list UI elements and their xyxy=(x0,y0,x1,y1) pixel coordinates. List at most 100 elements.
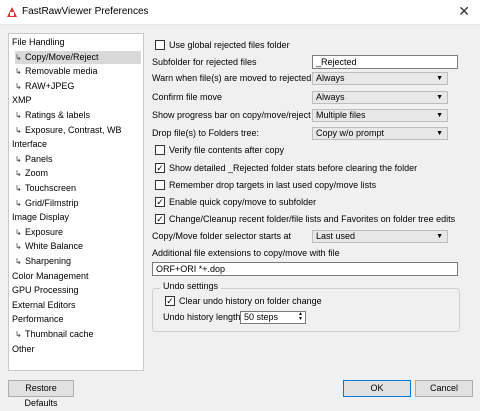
subfolder-input[interactable]: _Rejected xyxy=(312,55,458,69)
change-cleanup-label: Change/Cleanup recent folder/file lists … xyxy=(169,214,456,224)
sidebar-item[interactable]: ↳ Touchscreen xyxy=(15,182,76,195)
tree-branch-icon: ↳ xyxy=(15,125,22,135)
sidebar-item[interactable]: GPU Processing xyxy=(12,284,79,297)
verify-label: Verify file contents after copy xyxy=(169,145,285,155)
sidebar-item-label: Interface xyxy=(12,139,48,150)
sidebar-item-label: Exposure xyxy=(25,226,64,237)
sidebar-item[interactable]: ↳ Removable media xyxy=(15,65,98,78)
progress-label: Show progress bar on copy/move/reject xyxy=(152,110,311,120)
chevron-down-icon: ▼ xyxy=(436,75,443,82)
undo-length-label: Undo history length xyxy=(163,312,241,322)
sidebar-item-label: Panels xyxy=(25,153,53,164)
warn-select[interactable]: Always ▼ xyxy=(312,72,448,85)
sidebar-item[interactable]: ↳ Panels xyxy=(15,153,53,166)
sidebar-item[interactable]: Color Management xyxy=(12,270,89,283)
sidebar-item-label: Zoom xyxy=(25,168,49,179)
tree-branch-icon: ↳ xyxy=(15,227,22,237)
sidebar-item[interactable]: Image Display xyxy=(12,211,69,224)
sidebar-item-label: Touchscreen xyxy=(25,183,77,193)
sidebar-item-label: RAW+JPEG xyxy=(25,80,75,91)
change-cleanup-checkbox[interactable]: ✓ xyxy=(155,214,165,224)
confirm-select[interactable]: Always ▼ xyxy=(312,91,448,104)
title-bar: FastRawViewer Preferences ✕ xyxy=(0,0,480,25)
sidebar-item[interactable]: ↳ Zoom xyxy=(15,167,48,180)
tree-branch-icon: ↳ xyxy=(15,257,22,266)
sidebar-item-label: Other xyxy=(12,343,35,354)
sidebar-item[interactable]: ↳ Sharpening xyxy=(15,255,71,268)
window-title: FastRawViewer Preferences xyxy=(22,6,149,17)
sidebar-item-label: Copy/Move/Reject xyxy=(25,51,99,62)
sidebar-item-label: Color Management xyxy=(12,270,89,281)
tree-branch-icon: ↳ xyxy=(15,242,22,252)
remember-targets-label: Remember drop targets in last used copy/… xyxy=(169,180,377,190)
sidebar-item-label: Grid/Filmstrip xyxy=(25,197,79,208)
chevron-down-icon: ▼ xyxy=(436,94,443,101)
sidebar-item[interactable]: File Handling xyxy=(12,36,65,49)
undo-settings-title: Undo settings xyxy=(160,281,222,291)
remember-targets-checkbox[interactable] xyxy=(155,180,165,190)
app-icon xyxy=(7,7,17,17)
sidebar-item-label: Image Display xyxy=(12,212,70,223)
sidebar-item[interactable]: ↳ Copy/Move/Reject xyxy=(15,50,141,64)
chevron-down-icon: ▼ xyxy=(436,130,443,137)
sidebar-item[interactable]: External Editors xyxy=(12,299,76,312)
tree-branch-icon: ↳ xyxy=(15,169,22,179)
sidebar-item[interactable]: ↳ RAW+JPEG xyxy=(15,80,74,93)
sidebar-item-label: Thumbnail cache xyxy=(25,329,94,339)
tree-branch-icon: ↳ xyxy=(15,154,22,164)
sidebar-item[interactable]: ↳ Thumbnail cache xyxy=(15,328,94,341)
drop-label: Drop file(s) to Folders tree: xyxy=(152,128,260,138)
tree-branch-icon: ↳ xyxy=(15,198,22,208)
spinner-arrows-icon[interactable]: ▲ ▼ xyxy=(298,312,303,322)
sidebar-item-label: XMP xyxy=(12,95,32,106)
verify-checkbox[interactable] xyxy=(155,145,165,155)
ok-button[interactable]: OK xyxy=(343,380,411,397)
sidebar-item[interactable]: XMP xyxy=(12,94,32,107)
sidebar-item-label: GPU Processing xyxy=(12,285,79,296)
selector-label: Copy/Move folder selector starts at xyxy=(152,231,292,241)
confirm-label: Confirm file move xyxy=(152,92,223,102)
sidebar-item-label: Performance xyxy=(12,314,64,325)
tree-branch-icon: ↳ xyxy=(15,111,22,120)
drop-select[interactable]: Copy w/o prompt ▼ xyxy=(312,127,448,140)
additional-label: Additional file extensions to copy/move … xyxy=(152,248,340,258)
chevron-down-icon: ▼ xyxy=(436,233,443,240)
use-global-rejected-label: Use global rejected files folder xyxy=(169,40,290,50)
tree-branch-icon: ↳ xyxy=(15,52,22,62)
warn-label: Warn when file(s) are moved to rejected xyxy=(152,73,312,83)
tree-branch-icon: ↳ xyxy=(15,67,22,77)
sidebar-item-label: Removable media xyxy=(25,66,98,77)
cancel-button[interactable]: Cancel xyxy=(415,380,473,397)
quick-copy-label: Enable quick copy/move to subfolder xyxy=(169,197,317,207)
sidebar-item-label: Exposure, Contrast, WB xyxy=(25,124,122,135)
tree-branch-icon: ↳ xyxy=(15,81,22,91)
quick-copy-checkbox[interactable]: ✓ xyxy=(155,197,165,207)
sidebar-item-label: External Editors xyxy=(12,299,76,310)
additional-extensions-input[interactable]: ORF+ORI *+.dop xyxy=(152,262,458,276)
sidebar-item[interactable]: ↳ White Balance xyxy=(15,240,83,253)
sidebar-item[interactable]: ↳ Ratings & labels xyxy=(15,109,90,122)
sidebar-item[interactable]: Other xyxy=(12,343,35,356)
chevron-down-icon: ▼ xyxy=(436,112,443,119)
close-icon[interactable]: ✕ xyxy=(458,3,470,20)
detailed-stats-checkbox[interactable]: ✓ xyxy=(155,163,165,173)
preferences-tree[interactable]: File Handling ↳ Copy/Move/Reject ↳ Removable… xyxy=(8,33,144,371)
sidebar-item[interactable]: Performance xyxy=(12,313,64,326)
sidebar-item-label: Ratings & labels xyxy=(25,110,91,120)
tree-branch-icon: ↳ xyxy=(15,184,22,193)
sidebar-item[interactable]: ↳ Exposure, Contrast, WB xyxy=(15,124,122,137)
restore-defaults-button[interactable]: Restore Defaults xyxy=(8,380,74,408)
sidebar-item[interactable]: Interface xyxy=(12,138,47,151)
sidebar-item[interactable]: ↳ Exposure xyxy=(15,226,63,239)
clear-undo-checkbox[interactable]: ✓ xyxy=(165,296,175,306)
progress-select[interactable]: Multiple files ▼ xyxy=(312,109,448,122)
detailed-stats-label: Show detailed _Rejected folder stats bef… xyxy=(169,163,418,173)
clear-undo-label: Clear undo history on folder change xyxy=(179,296,322,306)
subfolder-label: Subfolder for rejected files xyxy=(152,57,257,67)
sidebar-item-label: Sharpening xyxy=(25,256,72,266)
sidebar-item-label: White Balance xyxy=(25,241,84,252)
use-global-rejected-checkbox[interactable] xyxy=(155,40,165,50)
selector-select[interactable]: Last used ▼ xyxy=(312,230,448,243)
undo-length-spinner[interactable]: 50 steps ▲ ▼ xyxy=(240,311,306,324)
sidebar-item[interactable]: ↳ Grid/Filmstrip xyxy=(15,197,79,210)
